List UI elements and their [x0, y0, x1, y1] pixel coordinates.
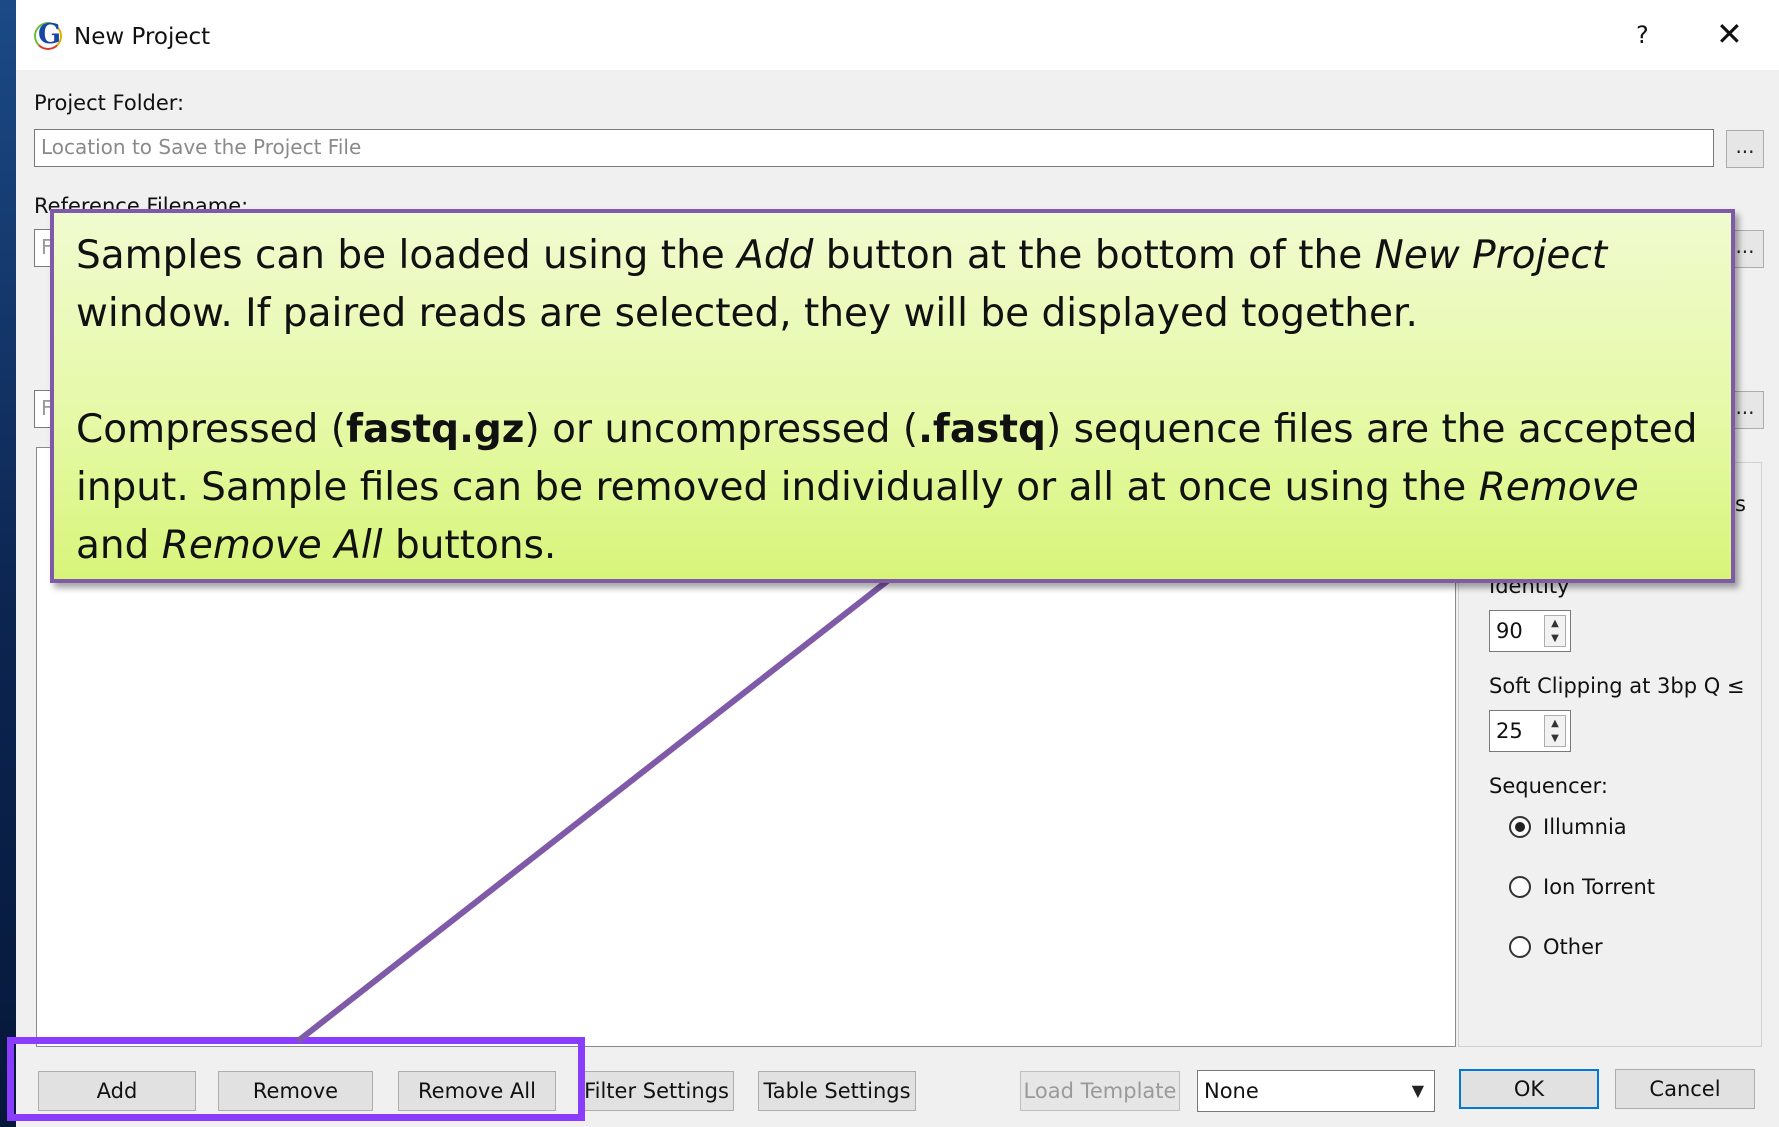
- radio-unchecked-icon[interactable]: [1509, 876, 1531, 898]
- spin-down-icon[interactable]: ▼: [1545, 731, 1565, 746]
- filter-settings-button[interactable]: Filter Settings: [579, 1071, 734, 1111]
- load-template-button[interactable]: Load Template: [1020, 1071, 1180, 1111]
- template-select-value: None: [1204, 1079, 1259, 1103]
- callout-emphasis: New Project: [1374, 233, 1608, 278]
- project-folder-input[interactable]: Location to Save the Project File: [34, 129, 1714, 167]
- identity-spinbox[interactable]: 90 ▲ ▼: [1489, 610, 1571, 652]
- identity-stepper[interactable]: ▲ ▼: [1544, 615, 1566, 647]
- sequencer-label: Sequencer:: [1489, 774, 1608, 798]
- annotation-callout: Samples can be loaded using the Add butt…: [50, 209, 1735, 583]
- spin-up-icon[interactable]: ▲: [1545, 616, 1565, 631]
- ok-button[interactable]: OK: [1459, 1069, 1599, 1109]
- soft-clipping-stepper[interactable]: ▲ ▼: [1544, 715, 1566, 747]
- project-folder-browse-button[interactable]: ...: [1726, 130, 1764, 168]
- sequencer-option-label: Other: [1543, 935, 1603, 959]
- radio-checked-icon[interactable]: [1509, 816, 1531, 838]
- title-bar: G New Project ? ✕: [16, 0, 1779, 70]
- callout-emphasis: Remove: [1478, 465, 1639, 510]
- table-settings-button[interactable]: Table Settings: [758, 1071, 916, 1111]
- add-button[interactable]: Add: [38, 1071, 196, 1111]
- callout-emphasis: Remove All: [161, 523, 383, 568]
- callout-paragraph-2: Compressed (fastq.gz) or uncompressed (.…: [76, 401, 1709, 575]
- callout-text: button at the bottom of the: [813, 233, 1375, 278]
- callout-emphasis: Add: [737, 233, 814, 278]
- soft-clipping-spinbox[interactable]: 25 ▲ ▼: [1489, 710, 1571, 752]
- sequencer-option-label: Ion Torrent: [1543, 875, 1656, 899]
- callout-spacer: [76, 343, 1709, 401]
- callout-text: window. If paired reads are selected, th…: [76, 291, 1418, 336]
- soft-clipping-value: 25: [1496, 719, 1523, 743]
- options-cut-text: s: [1735, 492, 1746, 516]
- cancel-button[interactable]: Cancel: [1615, 1069, 1755, 1109]
- template-select[interactable]: None ▼: [1197, 1070, 1435, 1112]
- soft-clipping-label: Soft Clipping at 3bp Q ≤: [1489, 674, 1745, 698]
- project-folder-label: Project Folder:: [34, 91, 185, 115]
- close-button[interactable]: ✕: [1716, 16, 1743, 52]
- callout-text: Samples can be loaded using the: [76, 233, 738, 278]
- app-logo-icon: G: [38, 19, 62, 50]
- callout-bold: fastq.gz: [346, 407, 525, 452]
- help-button[interactable]: ?: [1636, 20, 1649, 50]
- spin-down-icon[interactable]: ▼: [1545, 631, 1565, 646]
- remove-all-button[interactable]: Remove All: [398, 1071, 556, 1111]
- callout-bold: .fastq: [918, 407, 1046, 452]
- sequencer-option-label: Illumnia: [1543, 815, 1627, 839]
- desktop-background: [0, 0, 16, 1127]
- identity-value: 90: [1496, 619, 1523, 643]
- callout-text: ) or uncompressed (: [524, 407, 919, 452]
- callout-text: Compressed (: [76, 407, 347, 452]
- remove-button[interactable]: Remove: [218, 1071, 373, 1111]
- radio-unchecked-icon[interactable]: [1509, 936, 1531, 958]
- callout-text: buttons.: [382, 523, 557, 568]
- chevron-down-icon[interactable]: ▼: [1412, 1071, 1424, 1111]
- callout-text: and: [76, 523, 162, 568]
- window-title: New Project: [74, 24, 211, 50]
- callout-paragraph-1: Samples can be loaded using the Add butt…: [76, 227, 1709, 343]
- spin-up-icon[interactable]: ▲: [1545, 716, 1565, 731]
